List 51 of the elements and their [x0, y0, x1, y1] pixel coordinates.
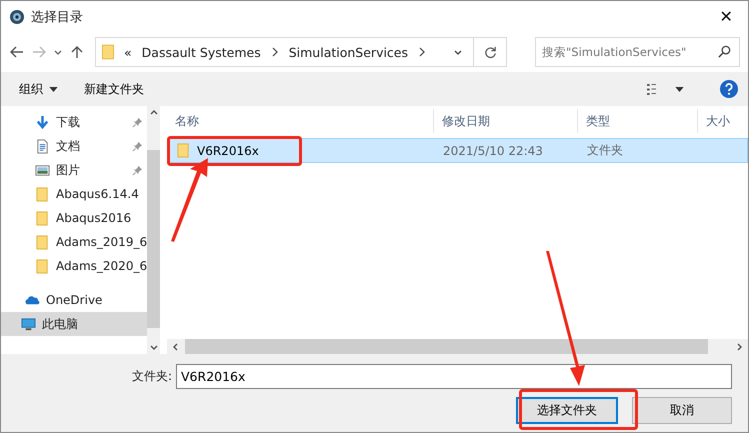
window-title: 选择目录: [31, 8, 84, 26]
pin-icon[interactable]: [132, 140, 144, 152]
computer-icon: [21, 316, 36, 332]
refresh-icon[interactable]: [482, 44, 498, 60]
folder-icon: [35, 258, 50, 274]
caret-icon[interactable]: [675, 86, 684, 92]
chevron-right-icon[interactable]: [418, 47, 426, 57]
document-icon: [35, 138, 50, 154]
back-icon[interactable]: [9, 44, 25, 60]
folder-icon: [102, 44, 114, 60]
chevron-right-icon[interactable]: [270, 47, 279, 57]
field-label: 文件夹:: [132, 368, 172, 385]
pin-icon[interactable]: [132, 116, 144, 128]
sidebar-item[interactable]: Abaqus2016: [1, 206, 148, 230]
sidebar-item[interactable]: Abaqus6.14.4: [1, 182, 148, 206]
help-icon[interactable]: [720, 80, 738, 98]
folder-icon: [176, 143, 191, 158]
app-icon: [9, 8, 25, 24]
sidebar-item[interactable]: OneDrive: [1, 288, 148, 312]
sidebar-item[interactable]: Adams_2019_6: [1, 230, 148, 254]
close-button[interactable]: ✕: [704, 1, 748, 32]
cancel-button[interactable]: 取消: [632, 397, 732, 424]
sidebar-item[interactable]: 文档: [1, 134, 148, 158]
breadcrumb-item[interactable]: Dassault Systemes: [142, 44, 261, 60]
folder-icon: [35, 234, 50, 250]
address-bar[interactable]: « Dassault Systemes SimulationServices: [95, 37, 507, 67]
caret-icon: [49, 86, 58, 92]
up-icon[interactable]: [69, 44, 85, 60]
column-header[interactable]: 大小: [698, 109, 748, 133]
search-icon[interactable]: [717, 44, 732, 59]
column-header[interactable]: 名称: [167, 109, 434, 133]
organize-menu[interactable]: 组织: [11, 76, 66, 102]
column-header[interactable]: 修改日期: [434, 109, 578, 133]
sidebar-item[interactable]: 下载: [1, 110, 148, 134]
column-header[interactable]: 类型: [578, 109, 698, 133]
sidebar-item[interactable]: 此电脑: [1, 312, 148, 336]
sidebar-item[interactable]: 图片: [1, 158, 148, 182]
folder-icon: [35, 210, 50, 226]
breadcrumb-item[interactable]: SimulationServices: [288, 44, 408, 60]
new-folder-button[interactable]: 新建文件夹: [76, 76, 152, 102]
sidebar-item[interactable]: Adams_2020_6: [1, 254, 148, 278]
download-icon: [35, 114, 50, 130]
image-icon: [35, 162, 50, 178]
folder-name-field[interactable]: V6R2016x: [176, 364, 732, 389]
file-row[interactable]: V6R2016x 2021/5/10 22:43 文件夹: [167, 138, 748, 163]
search-field[interactable]: 搜索"SimulationServices": [535, 37, 740, 67]
pin-icon[interactable]: [132, 164, 144, 176]
scrollbar[interactable]: [167, 339, 748, 354]
folder-icon: [35, 186, 50, 202]
breadcrumb-overflow[interactable]: «: [124, 44, 132, 60]
select-folder-button[interactable]: 选择文件夹: [516, 397, 618, 424]
